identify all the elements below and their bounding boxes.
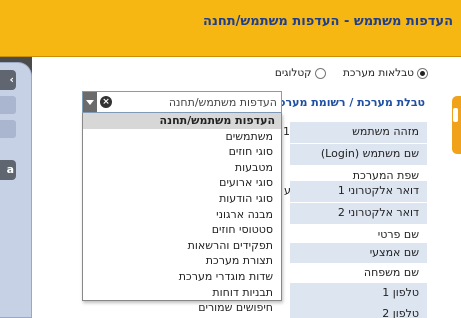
right-tab-icon	[453, 108, 458, 122]
chevron-down-icon	[86, 100, 94, 105]
dropdown-item-roles-permissions[interactable]: תפקידים והרשאות	[83, 238, 281, 254]
sidebar-action-button[interactable]: a	[0, 160, 16, 180]
field-row-mark: ע	[284, 184, 291, 197]
page-header: העדפות משתמש - העדפות משתמש/תחנה	[0, 0, 461, 57]
radio-catalogs[interactable]: קטלוגים	[275, 67, 326, 79]
field-label: שם משפחה	[363, 266, 419, 279]
close-circle-icon[interactable]: ×	[100, 96, 112, 108]
system-table-combo[interactable]: ×	[82, 91, 282, 113]
sidebar-collapse-icon: ‹	[9, 73, 14, 86]
field-label: דואר אלקטרוני 1	[337, 184, 419, 197]
field-label: שם פרטי	[377, 228, 419, 241]
dropdown-item-saved-searches[interactable]: חיפושים שמורים	[83, 300, 281, 316]
table-type-radio-group: טבלאות מערכת קטלוגים	[261, 67, 428, 82]
field-label: טלפון 1	[382, 286, 419, 299]
combo-dropdown-button[interactable]	[83, 92, 97, 112]
field-label: שם אמצעי	[369, 246, 419, 259]
field-label: שם משתמש (Login)	[320, 147, 419, 160]
field-row-email-1: ע דואר אלקטרוני 1	[284, 181, 427, 202]
radio-system-tables-label: טבלאות מערכת	[342, 67, 414, 79]
dropdown-item-system-fields[interactable]: שדות מוגדרי מערכת	[83, 269, 281, 285]
radio-system-tables[interactable]: טבלאות מערכת	[343, 67, 428, 79]
system-table-input[interactable]	[117, 95, 277, 110]
radio-catalogs-control[interactable]	[314, 67, 326, 79]
sidebar-tab-2[interactable]	[0, 120, 16, 138]
sidebar-action-label: a	[6, 163, 14, 176]
field-row-phone-2: טלפון 2	[290, 304, 427, 318]
dropdown-item-message-types[interactable]: סוגי הודעות	[83, 191, 281, 207]
dropdown-item-currencies[interactable]: מטבעות	[83, 160, 281, 176]
page-title: העדפות משתמש - העדפות משתמש/תחנה	[203, 14, 453, 29]
right-side-tab[interactable]	[452, 96, 461, 154]
field-row-middle-name: שם אמצעי	[290, 243, 427, 264]
system-table-label: טבלת מערכת / רשומת מערכת:	[267, 96, 425, 109]
field-row-email-2: דואר אלקטרוני 2	[290, 203, 427, 224]
dropdown-item-contract-types[interactable]: סוגי חוזים	[83, 144, 281, 160]
field-row-last-name: שם משפחה	[290, 263, 427, 284]
sidebar-collapse-button[interactable]: ‹	[0, 70, 16, 90]
dropdown-item-org-structure[interactable]: מבנה ארגוני	[83, 207, 281, 223]
dropdown-item-user-preferences[interactable]: העדפות משתמש/תחנה	[83, 113, 281, 129]
dropdown-item-users[interactable]: משתמשים	[83, 129, 281, 145]
dropdown-item-contract-statuses[interactable]: סטטוסי חוזים	[83, 222, 281, 238]
dropdown-item-report-templates[interactable]: תבניות דוחות	[83, 285, 281, 301]
field-row-phone-1: טלפון 1	[290, 283, 427, 304]
radio-catalogs-label: קטלוגים	[274, 67, 312, 79]
dropdown-item-event-types[interactable]: סוגי ארועים	[83, 175, 281, 191]
field-label: דואר אלקטרוני 2	[337, 206, 419, 219]
field-row-user-id: 1 מזהה משתמש	[283, 122, 427, 143]
sidebar-tab-1[interactable]	[0, 96, 16, 114]
field-label: טלפון 2	[382, 307, 419, 318]
system-table-dropdown: העדפות משתמש/תחנה משתמשים סוגי חוזים מטב…	[82, 113, 282, 314]
dropdown-item-system-config[interactable]: תצורת מערכת	[83, 253, 281, 269]
field-row-username: שם משתמש (Login)	[290, 144, 427, 165]
field-row-mark: 1	[283, 125, 290, 138]
radio-system-tables-control[interactable]	[417, 67, 428, 79]
field-label: מזהה משתמש	[352, 125, 419, 138]
